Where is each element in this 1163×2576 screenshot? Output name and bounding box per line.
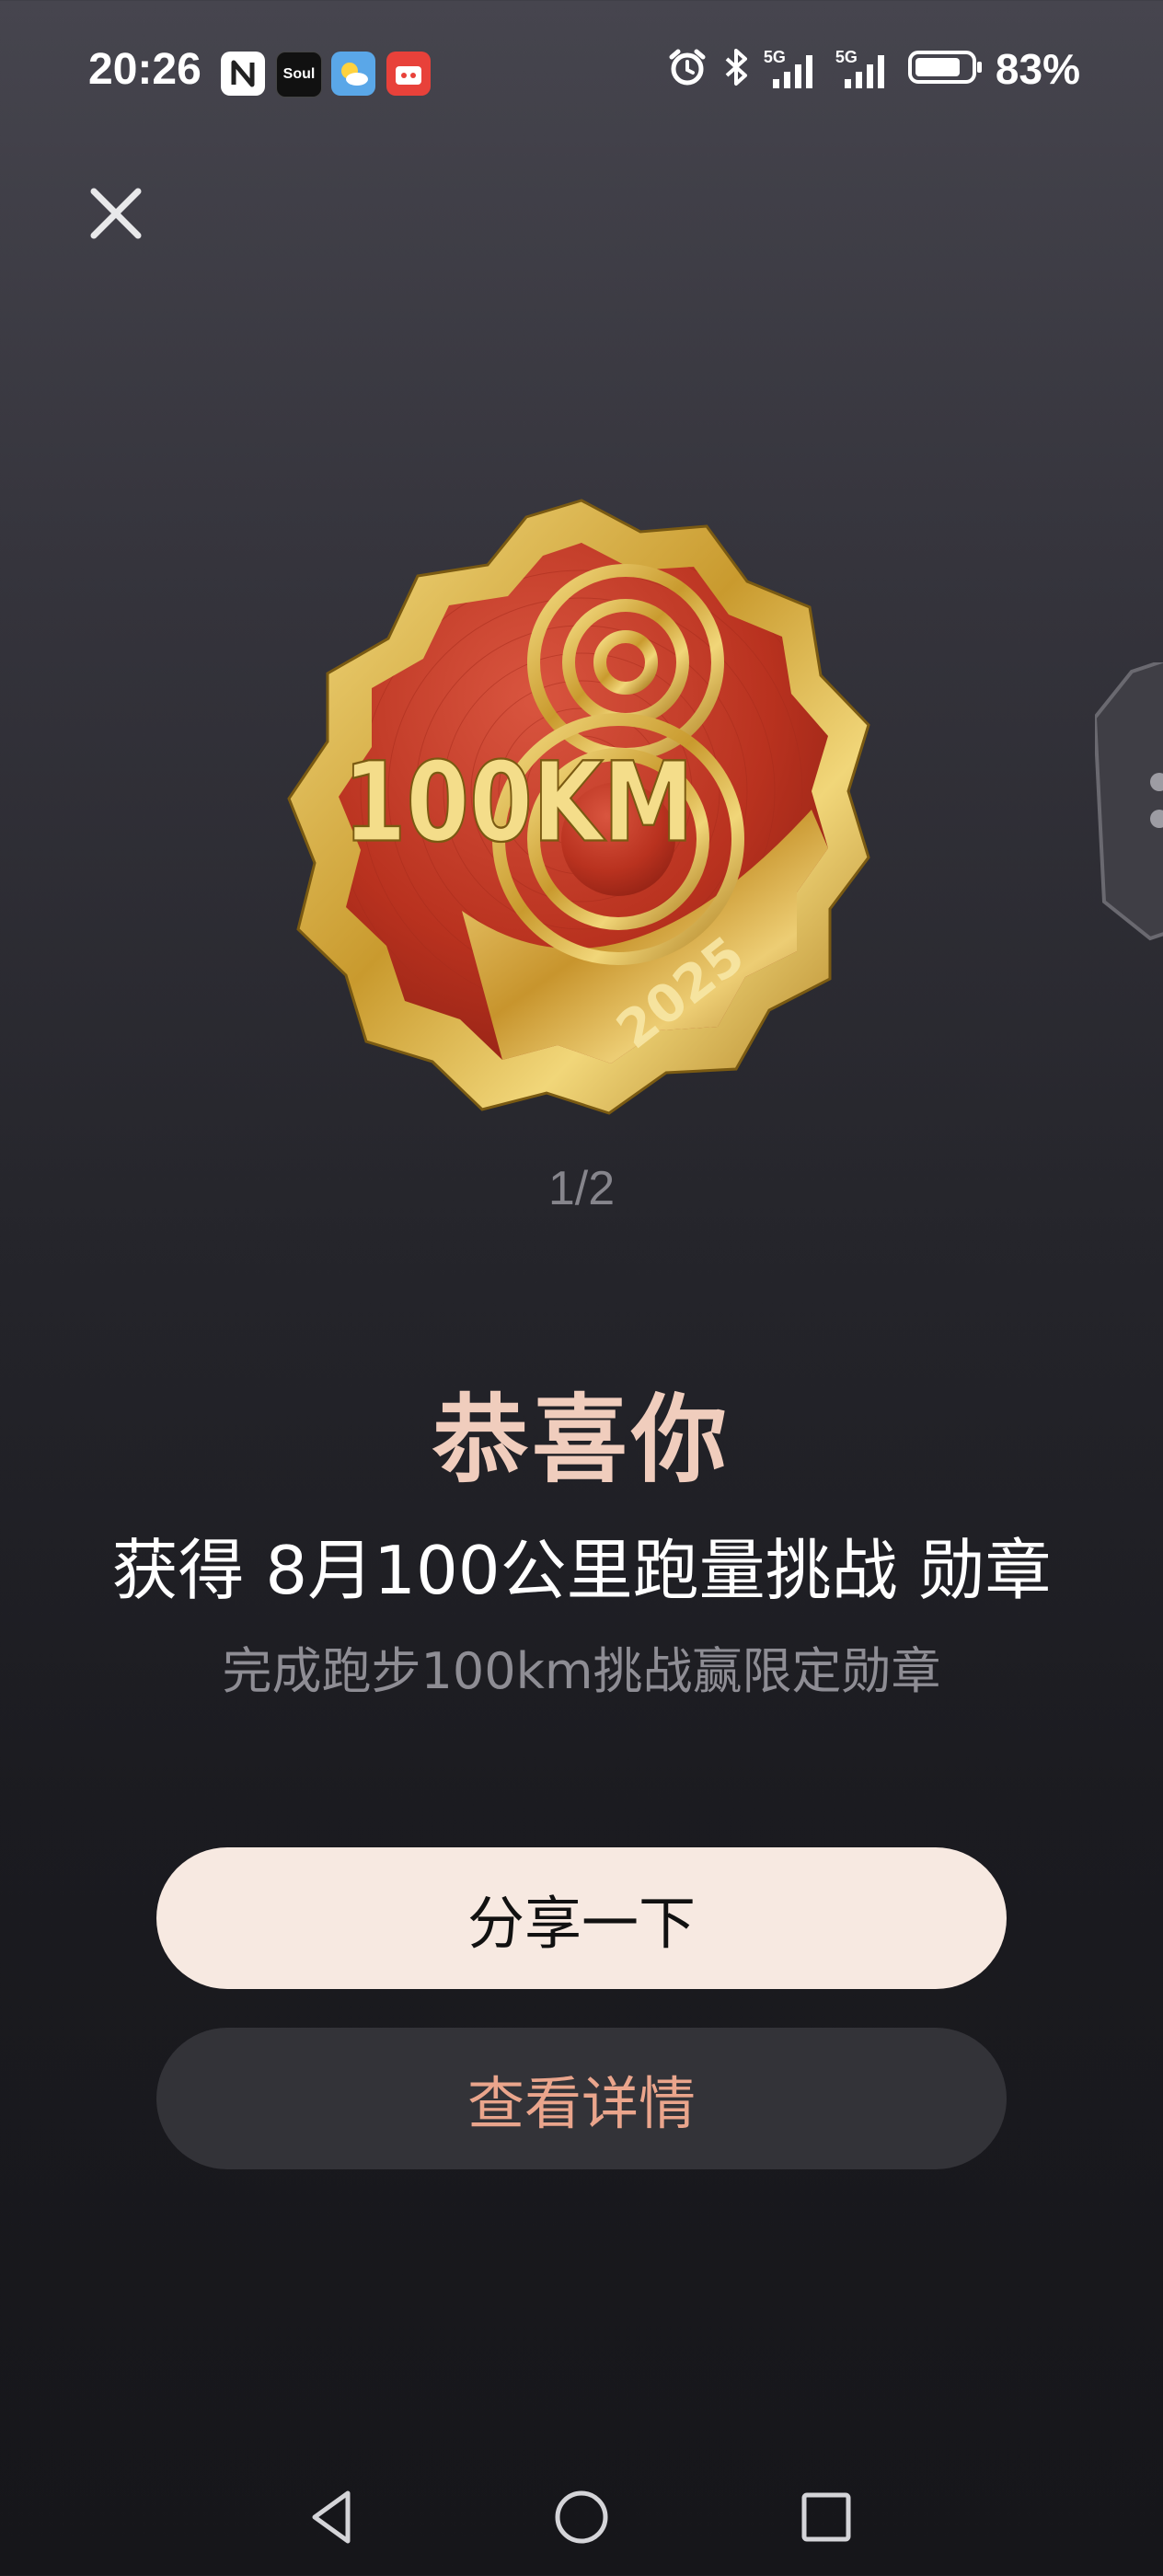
back-icon [312,2490,351,2544]
status-time: 20:26 [88,45,202,94]
bluetooth-icon [720,46,753,92]
medal-graphic: 100KM 2025 [287,499,870,1115]
home-button[interactable] [548,2484,615,2550]
medal-badge[interactable]: 100KM 2025 [250,478,913,1141]
share-button-label: 分享一下 [466,1890,696,1957]
nfc-icon [221,52,265,96]
next-medal-peek[interactable] [1092,659,1163,957]
weather-app-icon [331,52,375,96]
status-bar: 20:26 Soul 5G 5G 83% [0,0,1163,147]
recents-button[interactable] [793,2484,859,2550]
home-icon [555,2490,608,2544]
alarm-icon [666,46,708,92]
share-button[interactable]: 分享一下 [156,1847,1007,1989]
congrats-title: 恭喜你 [432,1384,731,1496]
soul-app-label: Soul [282,66,316,82]
shopping-app-icon [386,52,431,96]
signal-5g-icon: 5G [835,48,896,90]
signal-5g-icon: 5G [764,48,824,90]
award-subtitle: 完成跑步100km挑战赢限定勋章 [222,1642,941,1700]
battery-icon [907,46,985,92]
page-indicator: 1/2 [547,1162,616,1215]
recents-icon [801,2492,851,2542]
close-button[interactable] [83,180,149,247]
navigation-bar [0,2447,1163,2576]
award-description: 获得 8月100公里跑量挑战 勋章 [111,1532,1052,1609]
close-icon [90,188,142,239]
next-medal-graphic [1092,659,1163,941]
view-details-button[interactable]: 查看详情 [156,2028,1007,2169]
medal-distance-label: 100KM [343,738,694,867]
back-button[interactable] [300,2484,366,2550]
view-details-button-label: 查看详情 [466,2070,696,2137]
soul-app-icon: Soul [276,52,322,98]
status-right-group: 5G 5G 83% [666,44,1080,94]
battery-percent: 83% [995,45,1080,93]
